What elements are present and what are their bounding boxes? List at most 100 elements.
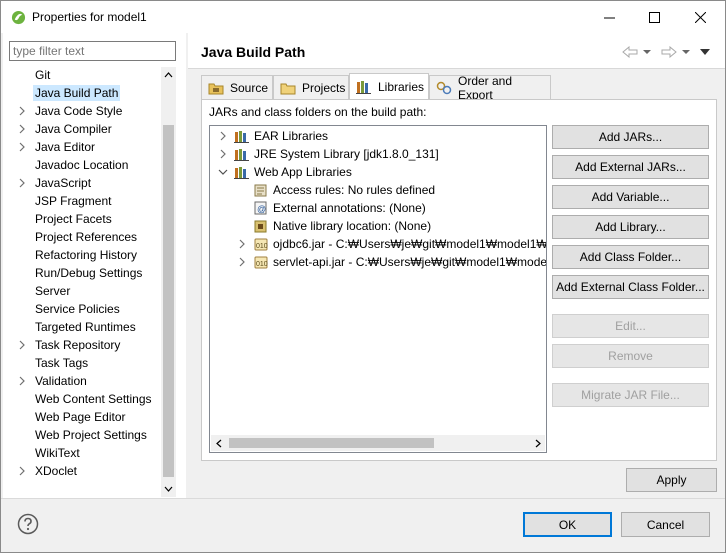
scroll-down-arrow[interactable] xyxy=(161,481,176,496)
close-icon xyxy=(694,11,706,23)
chevron-down-icon[interactable] xyxy=(218,167,228,177)
add-library-button[interactable]: Add Library... xyxy=(552,215,709,239)
svg-text:010: 010 xyxy=(256,243,268,250)
scroll-left-arrow[interactable] xyxy=(211,436,226,451)
sidebar-item-label: Web Page Editor xyxy=(35,410,126,424)
chevron-right-icon[interactable] xyxy=(218,131,228,141)
add-class-folder-button[interactable]: Add Class Folder... xyxy=(552,245,709,269)
sidebar-item[interactable]: Java Code Style xyxy=(9,103,161,121)
build-path-tree[interactable]: EAR Libraries JRE System Library [jdk1.8.… xyxy=(209,125,547,453)
tree-node-label: Native library location: (None) xyxy=(273,219,432,233)
projects-icon xyxy=(280,83,296,94)
apply-button[interactable]: Apply xyxy=(626,468,717,492)
chevron-up-icon xyxy=(164,71,173,77)
minimize-button[interactable] xyxy=(586,1,632,33)
tree-node-label: servlet-api.jar - C:₩Users₩je₩git₩model1… xyxy=(273,255,547,269)
chevron-right-icon[interactable] xyxy=(237,239,247,249)
sidebar-item[interactable]: Java Editor xyxy=(9,139,161,157)
library-icon xyxy=(234,167,249,179)
sidebar-item[interactable]: Project Facets xyxy=(9,211,161,229)
tab-label: Source xyxy=(230,80,269,95)
chevron-right-icon[interactable] xyxy=(17,178,27,188)
sidebar-item-label: Validation xyxy=(35,374,87,388)
svg-text:010: 010 xyxy=(256,261,268,268)
sidebar-item[interactable]: Web Page Editor xyxy=(9,409,161,427)
sidebar-item-label: JavaScript xyxy=(35,176,92,190)
chevron-right-icon[interactable] xyxy=(17,340,27,350)
sidebar-item-label: Targeted Runtimes xyxy=(35,320,136,334)
tab-order-and-export[interactable]: Order and Export xyxy=(429,74,551,102)
sidebar-item[interactable]: JSP Fragment xyxy=(9,193,161,211)
chevron-right-icon xyxy=(535,439,541,448)
maximize-button[interactable] xyxy=(631,1,677,33)
remove-button[interactable]: Remove xyxy=(552,344,709,368)
property-page-tree: Git Java Build Path Java Code Style Java Co… xyxy=(9,67,161,497)
sidebar-item[interactable]: Run/Debug Settings xyxy=(9,265,161,283)
add-variable-button[interactable]: Add Variable... xyxy=(552,185,709,209)
sidebar-item[interactable]: Targeted Runtimes xyxy=(9,319,161,337)
sidebar-item[interactable]: JavaScript xyxy=(9,175,161,193)
scroll-thumb[interactable] xyxy=(163,125,174,477)
sidebar-item-label: Java Compiler xyxy=(35,122,112,136)
sidebar-item[interactable]: Java Compiler xyxy=(9,121,161,139)
sidebar-item-label: WikiText xyxy=(35,446,80,460)
cancel-button[interactable]: Cancel xyxy=(621,512,710,537)
add-external-jars-button[interactable]: Add External JARs... xyxy=(552,155,709,179)
back-arrow-icon xyxy=(622,46,638,58)
back-button[interactable] xyxy=(622,43,652,61)
close-button[interactable] xyxy=(677,1,723,33)
sidebar-item[interactable]: Git xyxy=(9,67,161,85)
tree-node-label: JRE System Library [jdk1.8.0_131] xyxy=(254,147,439,161)
minimize-icon xyxy=(603,17,615,18)
maximize-icon xyxy=(648,11,660,23)
scroll-thumb[interactable] xyxy=(229,438,434,448)
sidebar-item-label: Project References xyxy=(35,230,138,244)
sidebar-item[interactable]: Server xyxy=(9,283,161,301)
scroll-up-arrow[interactable] xyxy=(161,67,176,82)
sidebar-item[interactable]: Java Build Path xyxy=(9,85,161,103)
sidebar-scrollbar[interactable] xyxy=(161,67,176,497)
migrate-jar-button[interactable]: Migrate JAR File... xyxy=(552,383,709,407)
scroll-right-arrow[interactable] xyxy=(530,436,545,451)
chevron-right-icon[interactable] xyxy=(17,376,27,386)
chevron-right-icon[interactable] xyxy=(17,124,27,134)
sidebar-item-label: Java Editor xyxy=(35,140,96,154)
add-external-class-folder-button[interactable]: Add External Class Folder... xyxy=(552,275,709,299)
help-icon[interactable] xyxy=(17,513,39,535)
chevron-right-icon[interactable] xyxy=(17,466,27,476)
sidebar-item[interactable]: Project References xyxy=(9,229,161,247)
chevron-right-icon[interactable] xyxy=(237,257,247,267)
sidebar-item[interactable]: Validation xyxy=(9,373,161,391)
edit-button[interactable]: Edit... xyxy=(552,314,709,338)
sidebar-item[interactable]: Javadoc Location xyxy=(9,157,161,175)
dropdown-icon xyxy=(682,50,690,54)
tab-projects[interactable]: Projects xyxy=(273,75,349,99)
tab-libraries[interactable]: Libraries xyxy=(349,73,429,99)
chevron-right-icon[interactable] xyxy=(17,142,27,152)
sidebar-item[interactable]: XDoclet xyxy=(9,463,161,481)
tab-source[interactable]: Source xyxy=(201,75,273,99)
chevron-right-icon[interactable] xyxy=(218,149,228,159)
sidebar-item[interactable]: Service Policies xyxy=(9,301,161,319)
sidebar-item[interactable]: Task Tags xyxy=(9,355,161,373)
view-menu-button[interactable] xyxy=(700,43,710,61)
forward-button[interactable] xyxy=(661,43,691,61)
sidebar-item[interactable]: Web Content Settings xyxy=(9,391,161,409)
sidebar-item-label: Web Content Settings xyxy=(35,392,152,406)
sidebar-item-label: Refactoring History xyxy=(35,248,138,262)
sidebar-item-label: Server xyxy=(35,284,71,298)
ok-button[interactable]: OK xyxy=(523,512,612,537)
sidebar-item[interactable]: Web Project Settings xyxy=(9,427,161,445)
sidebar-item[interactable]: WikiText xyxy=(9,445,161,463)
chevron-right-icon[interactable] xyxy=(17,106,27,116)
sidebar-item-label: Service Policies xyxy=(35,302,120,316)
tree-horizontal-scrollbar[interactable] xyxy=(211,435,545,451)
libraries-icon xyxy=(356,80,371,94)
sidebar-item-label: Run/Debug Settings xyxy=(35,266,143,280)
tab-label: Projects xyxy=(302,80,346,95)
sidebar-item[interactable]: Refactoring History xyxy=(9,247,161,265)
add-jars-button[interactable]: Add JARs... xyxy=(552,125,709,149)
sidebar-item[interactable]: Task Repository xyxy=(9,337,161,355)
app-icon xyxy=(11,10,26,25)
filter-input[interactable] xyxy=(9,41,176,61)
